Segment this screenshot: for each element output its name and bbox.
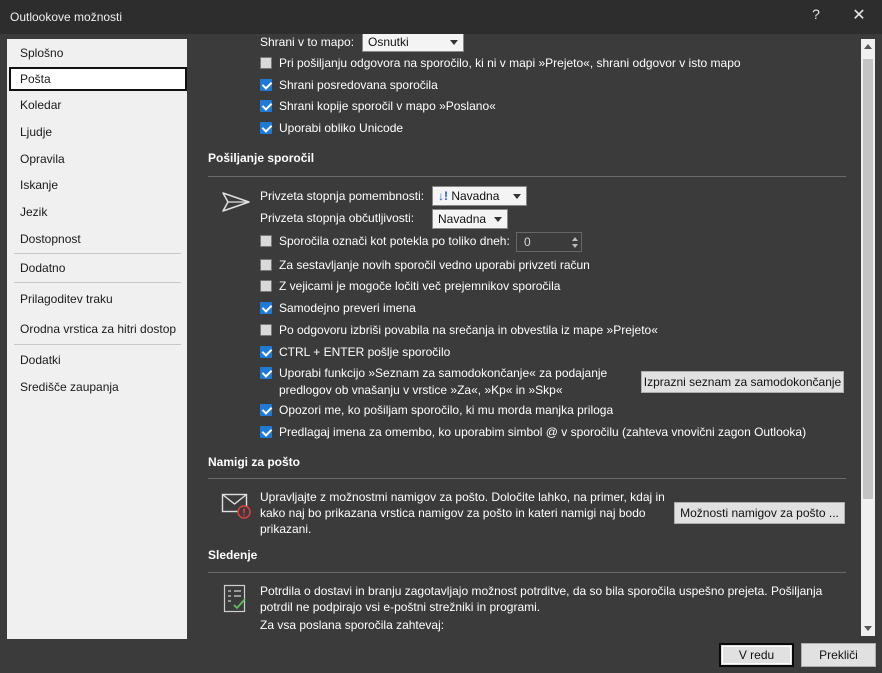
autocomplete-label-line1: Uporabi funkcijo »Seznam za samodokončan…: [279, 366, 608, 380]
section-divider: [208, 572, 846, 573]
sensitivity-value: Navadna: [438, 212, 487, 226]
save-sent-copies-checkbox[interactable]: [260, 100, 272, 112]
tracking-checklist-icon: [223, 584, 246, 613]
importance-label: Privzeta stopnja pomembnosti:: [260, 189, 425, 203]
comma-separator-checkbox[interactable]: [260, 280, 272, 292]
save-in-label: Shrani v to mapo:: [260, 35, 355, 49]
nav-item-posta[interactable]: Pošta: [9, 67, 187, 91]
suggest-mentions-checkbox[interactable]: [260, 426, 272, 438]
spin-up-icon[interactable]: [572, 237, 578, 241]
nav-item-dodatki[interactable]: Dodatki: [7, 348, 187, 372]
tracking-text-line1: Potrdila o dostavi in branju zagotavljaj…: [260, 584, 823, 598]
default-account-checkbox[interactable]: [260, 259, 272, 271]
unicode-checkbox[interactable]: [260, 122, 272, 134]
scroll-down-icon[interactable]: [864, 626, 872, 631]
tracking-text-line2: potrdil ne podpirajo vsi e-poštni strežn…: [260, 600, 541, 614]
section-header-tracking: Sledenje: [208, 548, 258, 562]
section-divider: [208, 478, 846, 479]
nav-item-dostopnost[interactable]: Dostopnost: [7, 227, 187, 251]
ctrl-enter-checkbox[interactable]: [260, 346, 272, 358]
sensitivity-dropdown[interactable]: Navadna: [432, 209, 508, 229]
nav-item-ljudje[interactable]: Ljudje: [7, 120, 187, 144]
nav-item-splosno[interactable]: Splošno: [7, 41, 187, 65]
save-in-value: Osnutki: [368, 35, 409, 49]
nav-item-prilagoditev-traku[interactable]: Prilagoditev traku: [7, 287, 187, 311]
title-bar: Outlookove možnosti ? ✕: [0, 0, 882, 34]
warn-attachment-checkbox[interactable]: [260, 404, 272, 416]
default-account-label: Za sestavljanje novih sporočil vedno upo…: [279, 258, 590, 272]
check-names-label: Samodejno preveri imena: [279, 301, 416, 315]
window-title: Outlookove možnosti: [10, 10, 123, 24]
mail-tip-icon: [221, 493, 251, 519]
nav-item-jezik[interactable]: Jezik: [7, 200, 187, 224]
delete-invitations-checkbox[interactable]: [260, 324, 272, 336]
section-divider: [208, 176, 846, 177]
save-in-dropdown[interactable]: Osnutki: [362, 34, 464, 52]
mail-tips-text-line3: prikazani.: [260, 522, 312, 536]
scroll-up-icon[interactable]: [864, 44, 872, 49]
close-button[interactable]: ✕: [849, 5, 869, 27]
nav-item-opravila[interactable]: Opravila: [7, 147, 187, 171]
warn-attachment-label: Opozori me, ko pošiljam sporočilo, ki mu…: [279, 403, 614, 417]
comma-separator-label: Z vejicami je mogoče ločiti več prejemni…: [279, 279, 561, 293]
autocomplete-checkbox[interactable]: [260, 367, 272, 379]
save-sent-copies-label: Shrani kopije sporočil v mapo »Poslano«: [279, 99, 496, 113]
empty-autocomplete-button[interactable]: Izprazni seznam za samodokončanje: [641, 371, 844, 393]
section-header-sending: Pošiljanje sporočil: [208, 151, 315, 165]
nav-item-koledar[interactable]: Koledar: [7, 93, 187, 117]
save-forwarded-checkbox[interactable]: [260, 79, 272, 91]
scroll-thumb[interactable]: [863, 59, 873, 499]
mail-options-panel: Shrani v to mapo: Osnutki Pri pošiljanju…: [196, 34, 856, 636]
expire-checkbox[interactable]: [260, 235, 272, 247]
cancel-button[interactable]: Prekliči: [801, 643, 876, 667]
nav-separator: [14, 282, 181, 283]
category-nav: Splošno Pošta Koledar Ljudje Opravila Is…: [7, 39, 187, 639]
tracking-request-label: Za vsa poslana sporočila zahtevaj:: [260, 618, 445, 632]
expire-days-spinner[interactable]: 0: [516, 232, 582, 252]
mail-tips-options-button[interactable]: Možnosti namigov za pošto ...: [674, 502, 845, 524]
expire-days-value: 0: [524, 235, 531, 249]
importance-value: Navadna: [451, 189, 500, 203]
nav-separator: [14, 253, 181, 254]
nav-item-iskanje[interactable]: Iskanje: [7, 173, 187, 197]
spin-down-icon[interactable]: [572, 244, 578, 248]
send-icon: [222, 192, 250, 212]
suggest-mentions-label: Predlagaj imena za omembo, ko uporabim s…: [279, 425, 807, 439]
section-header-mail-tips: Namigi za pošto: [208, 455, 301, 469]
mail-tips-text-line2: kako naj bo prikazana vrstica namigov za…: [260, 506, 646, 520]
ctrl-enter-label: CTRL + ENTER pošlje sporočilo: [279, 345, 451, 359]
chevron-down-icon: [513, 194, 521, 199]
nav-item-sredisce-zaupanja[interactable]: Središče zaupanja: [7, 375, 187, 399]
importance-icon: ↓!: [438, 189, 448, 203]
save-forwarded-label: Shrani posredovana sporočila: [279, 78, 438, 92]
reply-same-folder-checkbox[interactable]: [260, 57, 272, 69]
nav-item-dodatno[interactable]: Dodatno: [7, 256, 187, 280]
autocomplete-label-line2: predlogov ob vnašanju v vrstice »Za«, »K…: [279, 383, 563, 397]
help-button[interactable]: ?: [807, 6, 825, 26]
expire-label: Sporočila označi kot potekla po toliko d…: [279, 234, 510, 248]
check-names-checkbox[interactable]: [260, 302, 272, 314]
delete-invitations-label: Po odgovoru izbriši povabila na srečanja…: [279, 323, 658, 337]
importance-dropdown[interactable]: ↓! Navadna: [432, 186, 527, 206]
chevron-down-icon: [450, 40, 458, 45]
chevron-down-icon: [494, 217, 502, 222]
unicode-label: Uporabi obliko Unicode: [279, 121, 404, 135]
vertical-scrollbar[interactable]: [861, 39, 875, 636]
sensitivity-label: Privzeta stopnja občutljivosti:: [260, 211, 415, 225]
nav-separator: [14, 344, 181, 345]
ok-button[interactable]: V redu: [719, 643, 794, 667]
reply-same-folder-label: Pri pošiljanju odgovora na sporočilo, ki…: [279, 56, 741, 70]
nav-item-orodna-vrstica[interactable]: Orodna vrstica za hitri dostop: [7, 317, 187, 341]
mail-tips-text-line1: Upravljajte z možnostmi namigov za pošto…: [260, 490, 665, 504]
